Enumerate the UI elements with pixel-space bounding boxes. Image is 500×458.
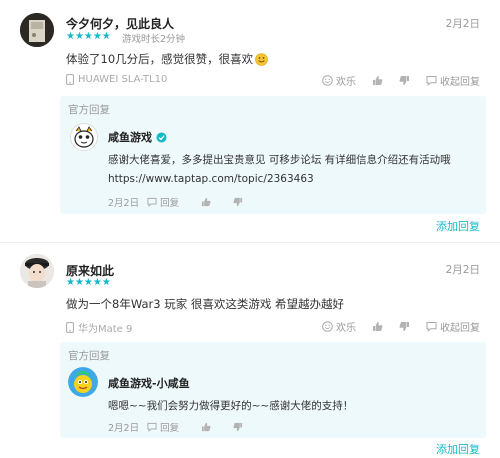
review-actions: 欢乐 收起回复 — [306, 319, 480, 334]
reply-link[interactable]: https://www.taptap.com/topic/2363463 — [108, 173, 314, 185]
add-reply-link[interactable]: 添加回复 — [436, 218, 480, 234]
developer-avatar[interactable] — [70, 123, 98, 151]
smile-icon — [255, 52, 268, 66]
fun-icon — [322, 75, 333, 86]
phone-icon — [66, 322, 74, 333]
developer-avatar[interactable] — [68, 367, 98, 397]
collapse-replies-button[interactable]: 收起回复 — [426, 73, 480, 88]
review-text: 做为一个8年War3 玩家 很喜欢这类游戏 希望越办越好 — [66, 297, 345, 311]
add-reply-link[interactable]: 添加回复 — [436, 441, 480, 457]
thumbs-down-icon — [233, 422, 243, 432]
reply-button-label: 回复 — [160, 198, 180, 209]
official-reply: 官方回复 咸鱼游戏-小咸鱼 嗯嗯~~我们会努力做得更好的~~感谢大佬的支持！ 2… — [60, 342, 486, 438]
reply-button[interactable]: 回复 — [147, 195, 179, 209]
verified-icon — [156, 132, 167, 143]
developer-name-text: 咸鱼游戏 — [108, 131, 152, 144]
fun-button[interactable]: 欢乐 — [322, 73, 356, 88]
phone-icon — [66, 74, 74, 85]
comment-icon — [426, 321, 437, 332]
reply-like-button[interactable] — [201, 422, 211, 432]
collapse-label: 收起回复 — [440, 323, 480, 334]
like-button[interactable] — [372, 75, 383, 86]
fun-label: 欢乐 — [336, 77, 356, 88]
reply-text-line: 感谢大佬喜爱，多多提出宝贵意见 可移步论坛 有详细信息介绍还有活动哦 — [108, 154, 451, 166]
thumbs-up-icon — [372, 321, 383, 332]
comment-icon — [426, 75, 437, 86]
developer-name[interactable]: 咸鱼游戏 — [108, 129, 167, 145]
official-reply: 官方回复 咸鱼游戏 感谢大佬喜爱，多多提出宝贵意见 可移步论坛 有详细信息介绍还… — [60, 96, 486, 214]
comment-icon — [147, 422, 157, 432]
thumbs-down-icon — [399, 321, 410, 332]
user-avatar[interactable] — [20, 254, 54, 288]
official-reply-label: 官方回复 — [68, 104, 110, 116]
review-date: 2月2日 — [445, 18, 480, 30]
reply-date: 2月2日 — [108, 198, 140, 209]
reply-like-button[interactable] — [201, 197, 211, 207]
dislike-button[interactable] — [399, 75, 410, 86]
device-name: HUAWEI SLA-TL10 — [78, 74, 168, 85]
thumbs-up-icon — [372, 75, 383, 86]
fun-label: 欢乐 — [336, 323, 356, 334]
review-actions: 欢乐 收起回复 — [306, 73, 480, 88]
reply-text-line: 嗯嗯~~我们会努力做得更好的~~感谢大佬的支持！ — [108, 400, 354, 412]
device-info: HUAWEI SLA-TL10 — [66, 74, 167, 85]
developer-name-text: 咸鱼游戏-小咸鱼 — [108, 377, 190, 390]
rating-stars: ★★★★★ — [66, 31, 111, 42]
developer-name[interactable]: 咸鱼游戏-小咸鱼 — [108, 375, 190, 391]
thumbs-up-icon — [202, 422, 211, 432]
reply-button-label: 回复 — [160, 423, 180, 434]
reply-date: 2月2日 — [108, 423, 140, 434]
playtime: 游戏时长2分钟 — [122, 34, 186, 45]
review-date: 2月2日 — [445, 264, 480, 276]
review-divider — [0, 242, 500, 243]
official-reply-label: 官方回复 — [68, 350, 110, 362]
device-info: 华为Mate 9 — [66, 320, 132, 335]
username[interactable]: 今夕何夕，见此良人 — [66, 15, 174, 32]
reply-footer: 2月2日 回复 — [108, 420, 265, 434]
rating-stars: ★★★★★ — [66, 277, 111, 288]
comment-icon — [147, 197, 157, 207]
reply-dislike-button[interactable] — [233, 197, 243, 207]
collapse-replies-button[interactable]: 收起回复 — [426, 319, 480, 334]
like-button[interactable] — [372, 321, 383, 332]
device-name: 华为Mate 9 — [78, 324, 133, 335]
fun-button[interactable]: 欢乐 — [322, 319, 356, 334]
dislike-button[interactable] — [399, 321, 410, 332]
user-avatar[interactable] — [20, 13, 54, 47]
reply-footer: 2月2日 回复 — [108, 195, 265, 209]
collapse-label: 收起回复 — [440, 77, 480, 88]
reply-button[interactable]: 回复 — [147, 420, 179, 434]
reply-dislike-button[interactable] — [233, 422, 243, 432]
thumbs-up-icon — [202, 197, 211, 207]
fun-icon — [322, 321, 333, 332]
review-text-content: 体验了10几分后，感觉很赞，很喜欢 — [66, 52, 254, 66]
thumbs-down-icon — [399, 75, 410, 86]
review-text: 体验了10几分后，感觉很赞，很喜欢 — [66, 51, 268, 67]
thumbs-down-icon — [233, 197, 243, 207]
